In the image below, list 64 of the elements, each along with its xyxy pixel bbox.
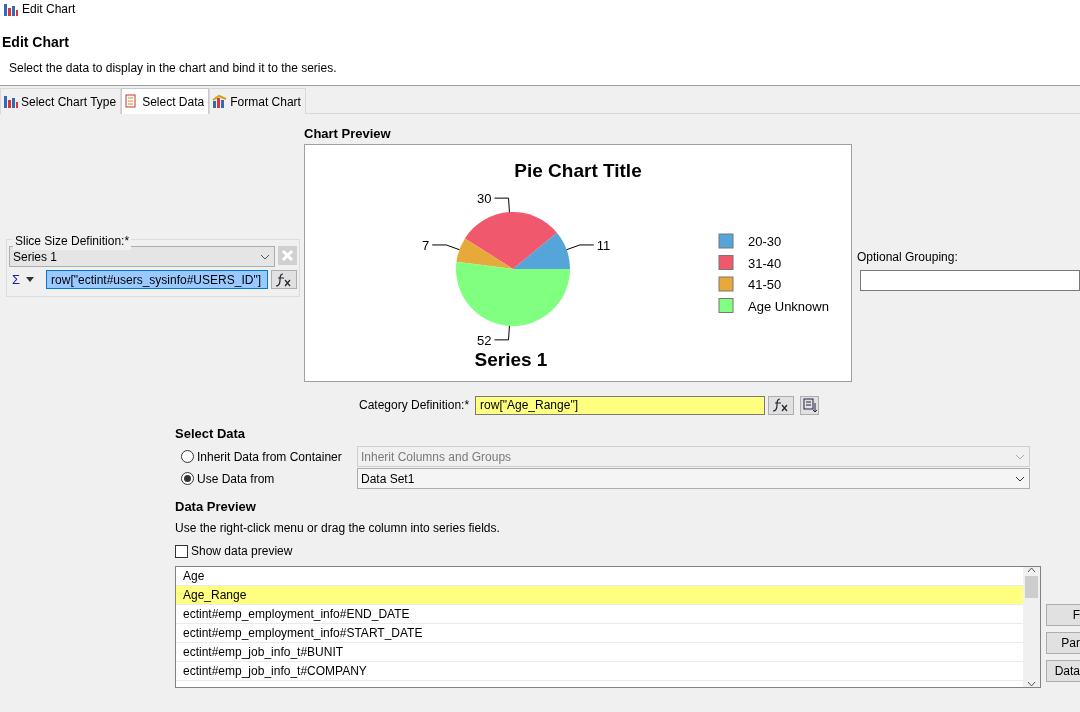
column-item[interactable]: ectint#emp_employment_info#END_DATE xyxy=(176,605,1023,624)
legend-label: 20-30 xyxy=(748,234,782,249)
legend-swatch xyxy=(718,255,734,270)
section-title: Select Data xyxy=(175,425,247,443)
side-button[interactable]: Data xyxy=(1046,660,1080,682)
leader-line xyxy=(494,325,510,341)
chevron-up-icon xyxy=(1027,567,1036,573)
optional-grouping-label: Optional Grouping: xyxy=(857,249,959,266)
chart-icon xyxy=(212,94,228,109)
data-label: 7 xyxy=(421,237,430,253)
optional-grouping-field[interactable] xyxy=(860,270,1080,291)
tab[interactable]: Format Chart xyxy=(209,88,306,114)
data-label: 11 xyxy=(596,237,611,253)
column-item[interactable]: ectint#emp_job_info_t#COMPANY xyxy=(176,662,1023,681)
bar-chart-icon xyxy=(3,1,19,17)
data-label: 52 xyxy=(477,332,492,348)
radio-option[interactable]: Use Data from xyxy=(175,469,357,488)
tab[interactable]: Select Data xyxy=(121,88,210,114)
close-icon xyxy=(281,249,294,262)
caret-icon xyxy=(26,277,35,283)
side-button[interactable]: F xyxy=(1046,604,1080,626)
side-button[interactable]: Par xyxy=(1046,632,1080,654)
tab[interactable]: Select Chart Type xyxy=(0,88,122,114)
legend-swatch xyxy=(718,298,734,313)
legend-swatch xyxy=(718,233,734,249)
show-preview-checkbox[interactable]: Show data preview xyxy=(175,542,1030,560)
column-picker-button[interactable] xyxy=(800,395,820,415)
bar-chart-icon xyxy=(3,94,18,109)
leader-line xyxy=(494,197,510,213)
legend-label: 41-50 xyxy=(748,277,782,292)
chart-title: Pie Chart Title xyxy=(514,160,642,181)
window-title: Edit Chart xyxy=(22,0,76,18)
data-source-dropdown: Inherit Columns and Groups xyxy=(357,446,1030,467)
column-item[interactable]: Age_Range xyxy=(176,586,1023,605)
series-title: Series 1 xyxy=(474,349,548,370)
aggregate-button[interactable]: Σ xyxy=(9,270,38,290)
legend-swatch xyxy=(718,276,734,292)
leader-line xyxy=(566,244,595,251)
chevron-down-icon xyxy=(1015,453,1025,460)
data-label: 30 xyxy=(477,191,492,207)
legend-label: 31-40 xyxy=(748,255,782,271)
column-item[interactable]: ectint#emp_employment_info#START_DATE xyxy=(176,624,1023,643)
column-item[interactable]: ectint#emp_job_info_t#BUNIT xyxy=(176,643,1023,662)
chevron-down-icon xyxy=(1015,475,1025,482)
scrollbar[interactable] xyxy=(1023,567,1040,687)
list-icon xyxy=(802,397,817,413)
function-button[interactable] xyxy=(271,270,297,290)
scrollbar-thumb[interactable] xyxy=(1025,576,1038,598)
page-description: Select the data to display in the chart and bind it to the series. xyxy=(9,60,338,77)
leader-line xyxy=(431,244,460,251)
category-field[interactable]: row["Age_Range"] xyxy=(475,395,766,415)
hint-text: Use the right-click menu or drag the column into series fields. xyxy=(175,520,501,537)
section-title: Data Preview xyxy=(175,497,257,516)
page-title: Edit Chart xyxy=(2,33,70,52)
function-button[interactable] xyxy=(768,395,795,415)
category-label: Category Definition:* xyxy=(359,397,470,414)
series-dropdown[interactable]: Series 1 xyxy=(9,246,275,267)
legend-label: Age Unknown xyxy=(748,298,829,314)
expression-field[interactable]: row["ectint#users_sysinfo#USERS_ID"] xyxy=(46,270,268,290)
function-icon xyxy=(275,271,293,288)
chevron-down-icon xyxy=(1027,681,1036,687)
chart-preview-label: Chart Preview xyxy=(304,125,392,143)
data-source-dropdown[interactable]: Data Set1 xyxy=(357,468,1030,489)
chevron-down-icon xyxy=(260,253,270,260)
